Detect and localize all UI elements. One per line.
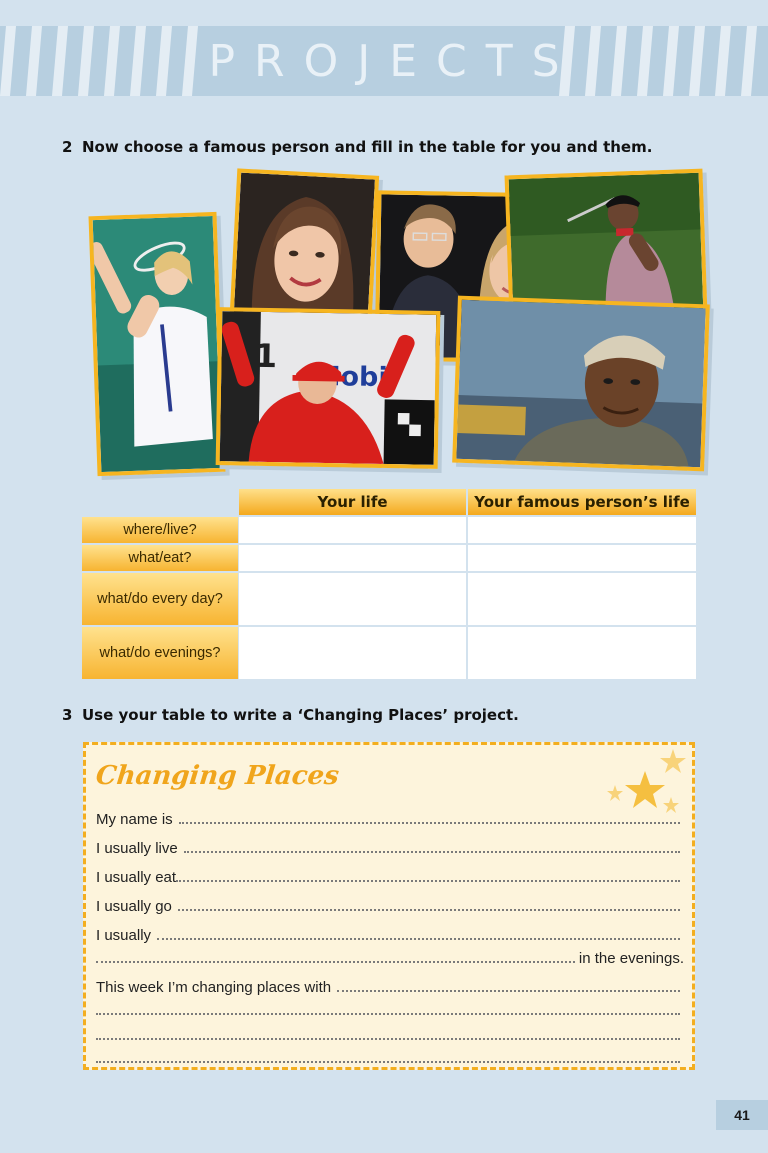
project-title: Changing Places [94,761,341,791]
line-usually[interactable]: I usually [96,924,684,944]
stripes-decoration [559,26,757,96]
task-2-heading: 2 Now choose a famous person and fill in … [62,138,652,156]
cell-famous-every-day[interactable] [468,573,696,625]
line-usually-eat[interactable]: I usually eat [96,866,684,886]
cell-your-life-evenings[interactable] [239,627,466,679]
cell-your-life-where-live[interactable] [239,517,466,543]
stripes-decoration [0,26,198,96]
line-blank[interactable] [96,1047,684,1067]
line-evenings[interactable]: in the evenings. [96,947,684,967]
golfer-image [508,172,704,318]
line-prompt: I usually go [96,898,172,915]
line-usually-live[interactable]: I usually live [96,837,684,857]
line-prompt: I usually [96,927,152,944]
banner-title-box: PROJECTS [208,26,560,96]
line-usually-go[interactable]: I usually go [96,895,684,915]
cell-famous-evenings[interactable] [468,627,696,679]
row-label-where-live: where/live? [82,517,238,543]
tennis-player-image [92,215,222,473]
line-prompt: I usually live [96,840,178,857]
task-text: Now choose a famous person and fill in t… [82,138,653,156]
line-changing-places-with[interactable]: This week I’m changing places with [96,976,684,996]
photo-racing-driver: 1 Mobil [215,307,441,469]
banner-stripes-right [555,26,768,96]
banner-title: PROJECTS [208,35,579,87]
banner-stripes-left [0,26,210,96]
line-my-name[interactable]: My name is [96,808,684,828]
line-blank[interactable] [96,999,684,1019]
cell-your-life-what-eat[interactable] [239,545,466,571]
line-prompt: I usually eat [96,869,177,886]
racing-driver-image: 1 Mobil [219,311,437,465]
line-prompt: This week I’m changing places with [96,979,332,996]
cell-famous-where-live[interactable] [468,517,696,543]
actor-in-cap-image [456,299,706,468]
line-prompt: My name is [96,811,173,828]
photo-tennis-player [88,211,226,477]
photo-actor-in-cap [452,295,710,472]
page-number: 41 [716,1100,768,1130]
changing-places-box: Changing Places My name is I usually liv… [83,742,695,1070]
task-number: 2 [62,138,73,156]
line-blank[interactable] [96,1024,684,1044]
racing-number-text: 1 [254,337,277,375]
row-label-what-do-evenings: what/do evenings? [82,627,238,679]
line-suffix: in the evenings. [578,950,684,967]
cell-your-life-every-day[interactable] [239,573,466,625]
header-famous-person-life: Your famous person’s life [468,489,696,515]
header-your-life: Your life [239,489,466,515]
row-label-what-do-every-day: what/do every day? [82,573,238,625]
task-text: Use your table to write a ‘Changing Plac… [82,706,519,724]
cell-famous-what-eat[interactable] [468,545,696,571]
row-label-what-eat: what/eat? [82,545,238,571]
task-number: 3 [62,706,73,724]
page-banner: PROJECTS [0,26,768,96]
task-3-heading: 3 Use your table to write a ‘Changing Pla… [62,706,519,724]
